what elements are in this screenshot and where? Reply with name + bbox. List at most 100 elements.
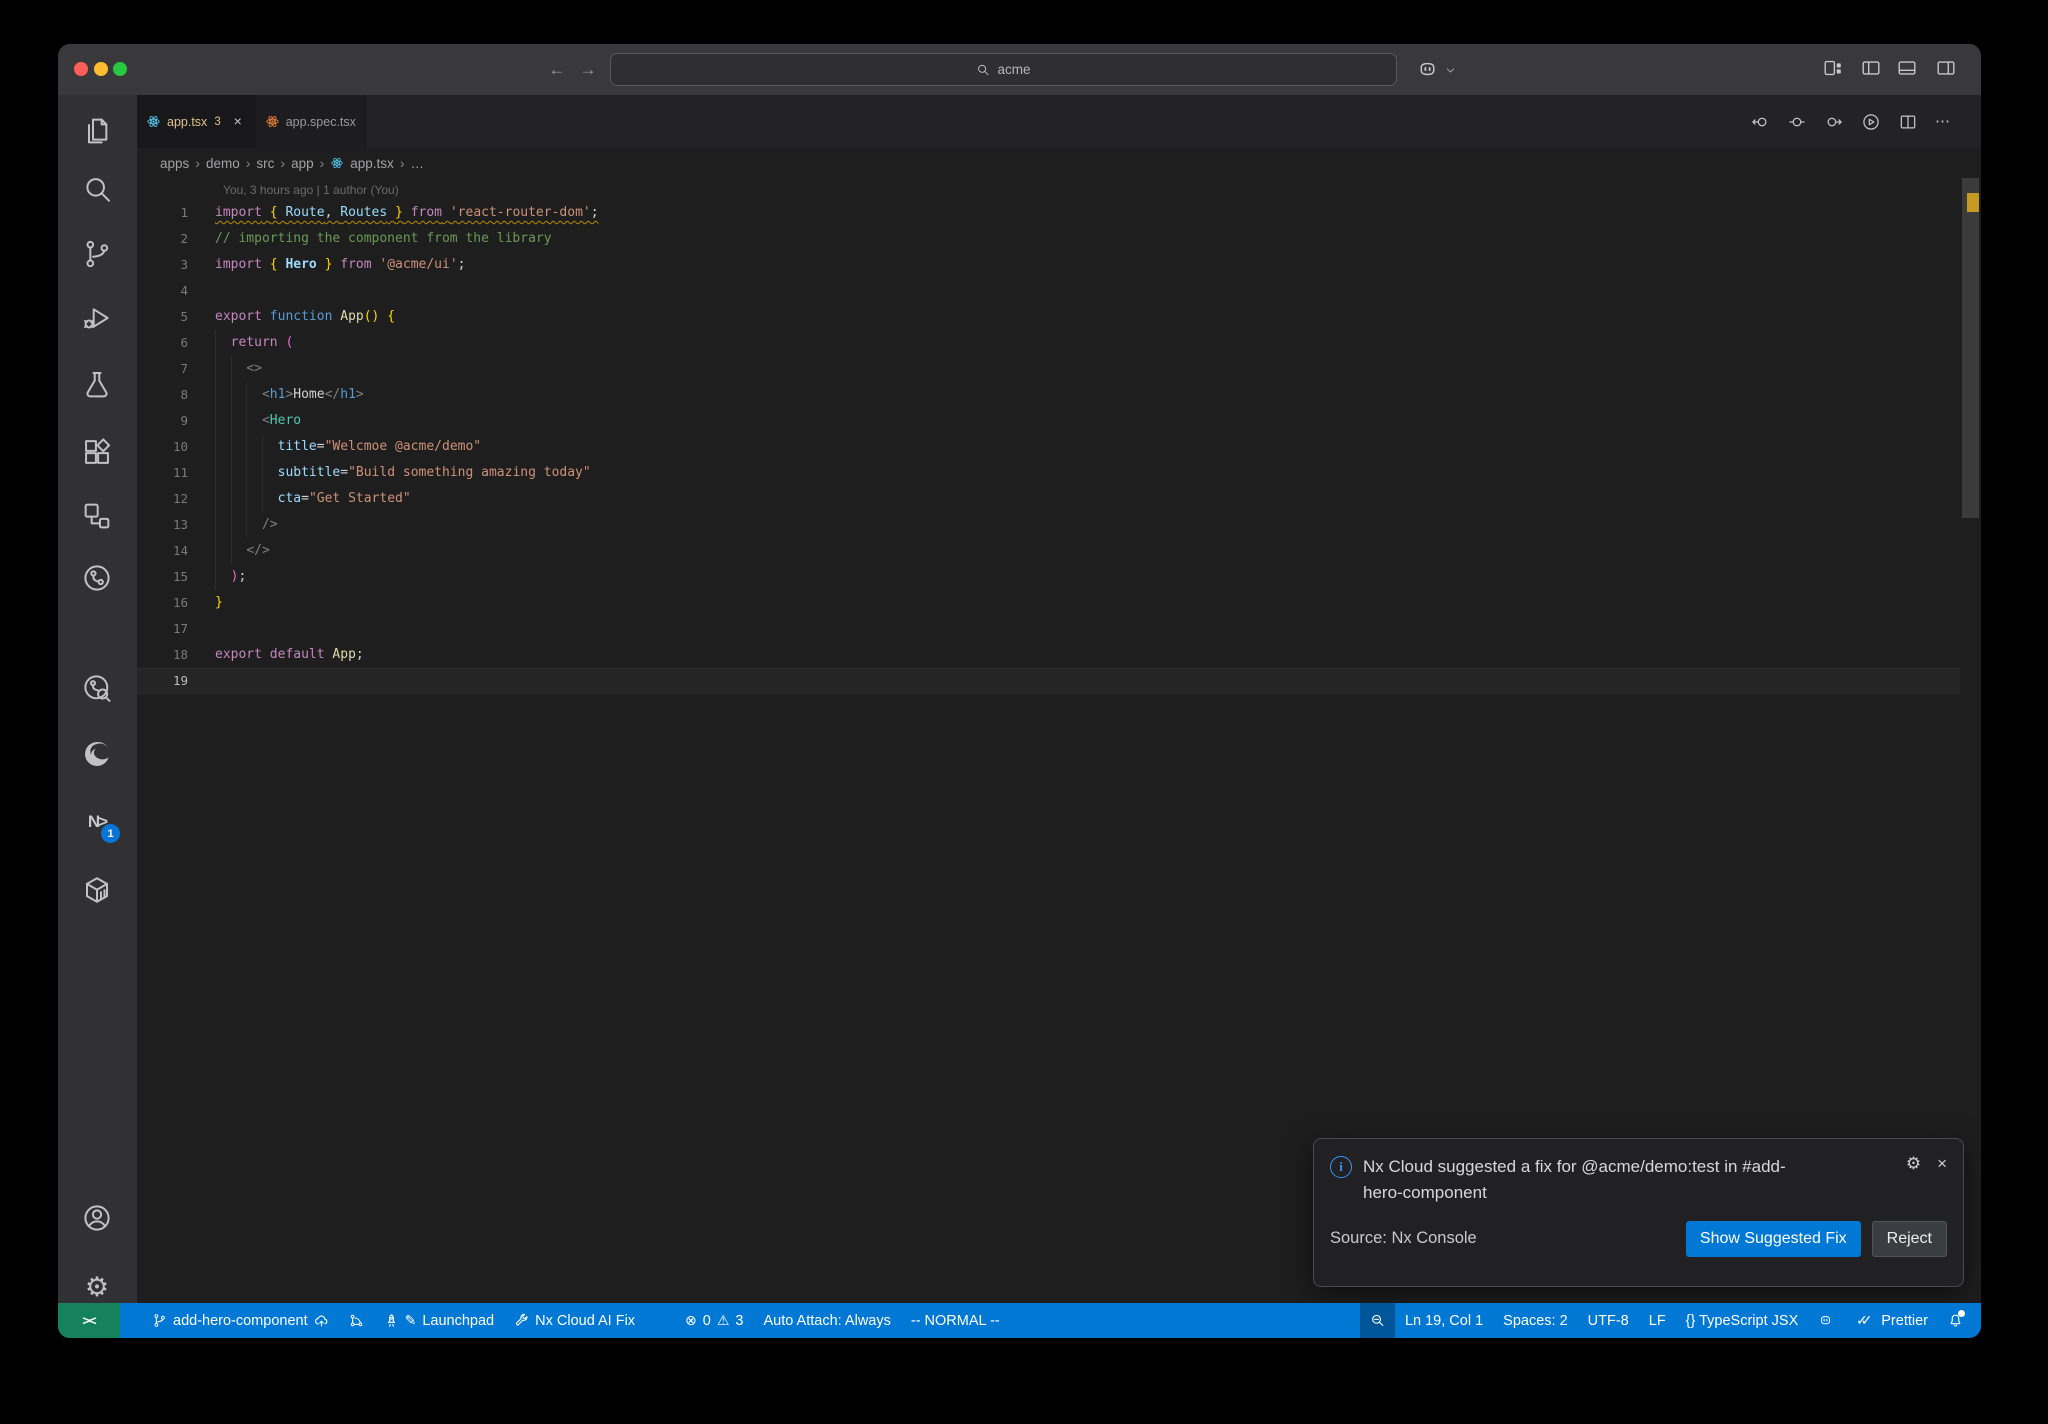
search-icon[interactable] <box>81 174 113 206</box>
git-branch-status[interactable]: add-hero-component <box>142 1303 339 1338</box>
indentation-status-label: Spaces: 2 <box>1503 1312 1568 1329</box>
history-forward-button[interactable]: → <box>576 44 600 95</box>
account-icon[interactable] <box>81 1202 113 1234</box>
code-line-12[interactable]: 12 cta="Get Started" <box>137 486 1960 512</box>
copilot-icon[interactable] <box>1416 58 1439 81</box>
extensions-icon[interactable] <box>81 436 113 468</box>
nx-cloud-ai-fix-status[interactable]: Nx Cloud AI Fix <box>504 1303 645 1338</box>
code-line-3[interactable]: 3 import { Hero } from '@acme/ui'; <box>137 252 1960 278</box>
nav-back-icon[interactable] <box>1750 112 1770 132</box>
activity-bar: N> 1 ⚙ <box>58 95 137 1303</box>
code-line-10[interactable]: 10 title="Welcmoe @acme/demo" <box>137 434 1960 460</box>
containers-icon[interactable] <box>81 874 113 906</box>
code-line-2[interactable]: 2 // importing the component from the lib… <box>137 226 1960 252</box>
code-line-15[interactable]: 15 ); <box>137 564 1960 590</box>
notification-close-icon[interactable]: × <box>1937 1154 1947 1174</box>
run-debug-icon[interactable] <box>81 302 113 334</box>
auto-attach-status[interactable]: Auto Attach: Always <box>754 1303 901 1338</box>
nx-console-icon[interactable]: N> 1 <box>81 806 120 843</box>
copilot-status[interactable] <box>1808 1303 1843 1338</box>
notification-settings-icon[interactable]: ⚙ <box>1906 1154 1921 1174</box>
run-icon[interactable] <box>1861 112 1881 132</box>
overview-ruler-warning-marker <box>1967 193 1979 212</box>
chevron-down-icon[interactable] <box>1445 65 1456 76</box>
launchpad-status[interactable]: ✎ Launchpad <box>374 1303 505 1338</box>
testing-icon[interactable] <box>81 369 113 401</box>
code-line-9[interactable]: 9 <Hero <box>137 408 1960 434</box>
indentation-status[interactable]: Spaces: 2 <box>1493 1303 1578 1338</box>
zoom-indicator-status[interactable] <box>1359 1303 1395 1338</box>
code-line-14[interactable]: 14 </> <box>137 538 1960 564</box>
code-line-1[interactable]: 1 import { Route, Routes } from 'react-ro… <box>137 200 1960 226</box>
history-back-button[interactable]: ← <box>545 44 569 95</box>
code-line-16[interactable]: 16} <box>137 590 1960 616</box>
breadcrumb-item[interactable]: apps <box>160 156 189 171</box>
breadcrumb-item[interactable]: demo <box>206 156 240 171</box>
tab-app-spec-tsx[interactable]: app.spec.tsx <box>255 95 366 148</box>
toggle-panel-icon[interactable] <box>1896 57 1918 79</box>
code-line-6[interactable]: 6 return ( <box>137 330 1960 356</box>
line-number: 16 <box>172 595 188 610</box>
customize-layout-icon[interactable] <box>1822 57 1844 79</box>
tab-close-icon[interactable]: × <box>229 113 247 131</box>
tab-bar: app.tsx 3 × app.spec.tsx <box>137 95 1981 148</box>
editor-scrollbar[interactable] <box>1962 178 1979 518</box>
code-area[interactable]: 1 import { Route, Routes } from 'react-ro… <box>137 200 1960 694</box>
command-center-search[interactable]: acme <box>610 53 1397 86</box>
breadcrumb-item[interactable]: app.tsx <box>350 156 394 171</box>
zoom-window-button[interactable] <box>113 62 127 76</box>
cloud-upload-icon <box>314 1313 329 1328</box>
react-icon <box>146 114 161 129</box>
code-line-11[interactable]: 11 subtitle="Build something amazing tod… <box>137 460 1960 486</box>
source-control-icon[interactable] <box>81 238 113 270</box>
token: Hero <box>285 257 317 272</box>
nav-circle-icon[interactable] <box>1787 112 1807 132</box>
reject-button[interactable]: Reject <box>1871 1220 1947 1257</box>
token: ; <box>457 257 466 272</box>
code-text: <> <box>215 356 262 382</box>
close-window-button[interactable] <box>74 62 88 76</box>
token: "Welcmoe @acme/demo" <box>324 439 482 454</box>
toggle-secondary-sidebar-icon[interactable] <box>1935 57 1957 79</box>
show-suggested-fix-button[interactable]: Show Suggested Fix <box>1685 1220 1861 1257</box>
nav-forward-icon[interactable] <box>1824 112 1844 132</box>
components-icon[interactable] <box>81 500 113 532</box>
code-line-17[interactable]: 17 <box>137 616 1960 642</box>
breadcrumb-item[interactable]: src <box>256 156 274 171</box>
explorer-icon[interactable] <box>81 115 113 147</box>
vim-mode-status[interactable]: -- NORMAL -- <box>901 1303 1010 1338</box>
edge-browser-icon[interactable] <box>81 738 113 770</box>
prettier-status[interactable]: ✓✓ Prettier <box>1843 1303 1938 1338</box>
settings-gear-icon[interactable]: ⚙ <box>81 1272 113 1304</box>
split-editor-icon[interactable] <box>1898 112 1918 132</box>
error-icon: ⊗ <box>685 1312 697 1329</box>
breadcrumb-item[interactable]: … <box>410 156 424 171</box>
more-actions-icon[interactable]: ⋯ <box>1935 112 1955 132</box>
gitlens-icon[interactable] <box>81 562 113 594</box>
breadcrumb-item[interactable]: app <box>291 156 314 171</box>
token: cta <box>277 491 302 506</box>
git-graph-status[interactable] <box>339 1303 374 1338</box>
minimize-window-button[interactable] <box>94 62 108 76</box>
code-line-5[interactable]: 5 export function App() { <box>137 304 1960 330</box>
problems-status[interactable]: ⊗ 0 ⚠ 3 <box>675 1303 753 1338</box>
editor[interactable]: apps › demo › src › app › app.tsx › … You, 3 hours… <box>137 148 1981 1303</box>
commit-graph-icon[interactable] <box>81 672 113 704</box>
code-line-8[interactable]: 8 <h1>Home</h1> <box>137 382 1960 408</box>
code-line-19[interactable]: 19 <box>137 668 1960 694</box>
encoding-status[interactable]: UTF-8 <box>1578 1303 1639 1338</box>
code-line-4[interactable]: 4 <box>137 278 1960 304</box>
code-line-7[interactable]: 7 <> <box>137 356 1960 382</box>
remote-indicator[interactable]: >< <box>58 1303 120 1338</box>
token: App <box>340 309 364 324</box>
language-status[interactable]: {} TypeScript JSX <box>1676 1303 1809 1338</box>
tab-app-tsx[interactable]: app.tsx 3 × <box>137 95 256 148</box>
cursor-position-status[interactable]: Ln 19, Col 1 <box>1395 1303 1493 1338</box>
code-line-18[interactable]: 18 export default App; <box>137 642 1960 668</box>
eol-status[interactable]: LF <box>1639 1303 1676 1338</box>
notifications-bell[interactable] <box>1938 1303 1973 1338</box>
desktop-background: ← → acme N> 1 ⚙ app.tsx 3 × app.spec.tsx ⋯ ap… <box>0 0 2048 1424</box>
code-line-13[interactable]: 13 /> <box>137 512 1960 538</box>
line-number: 13 <box>172 517 188 532</box>
toggle-primary-sidebar-icon[interactable] <box>1860 57 1882 79</box>
